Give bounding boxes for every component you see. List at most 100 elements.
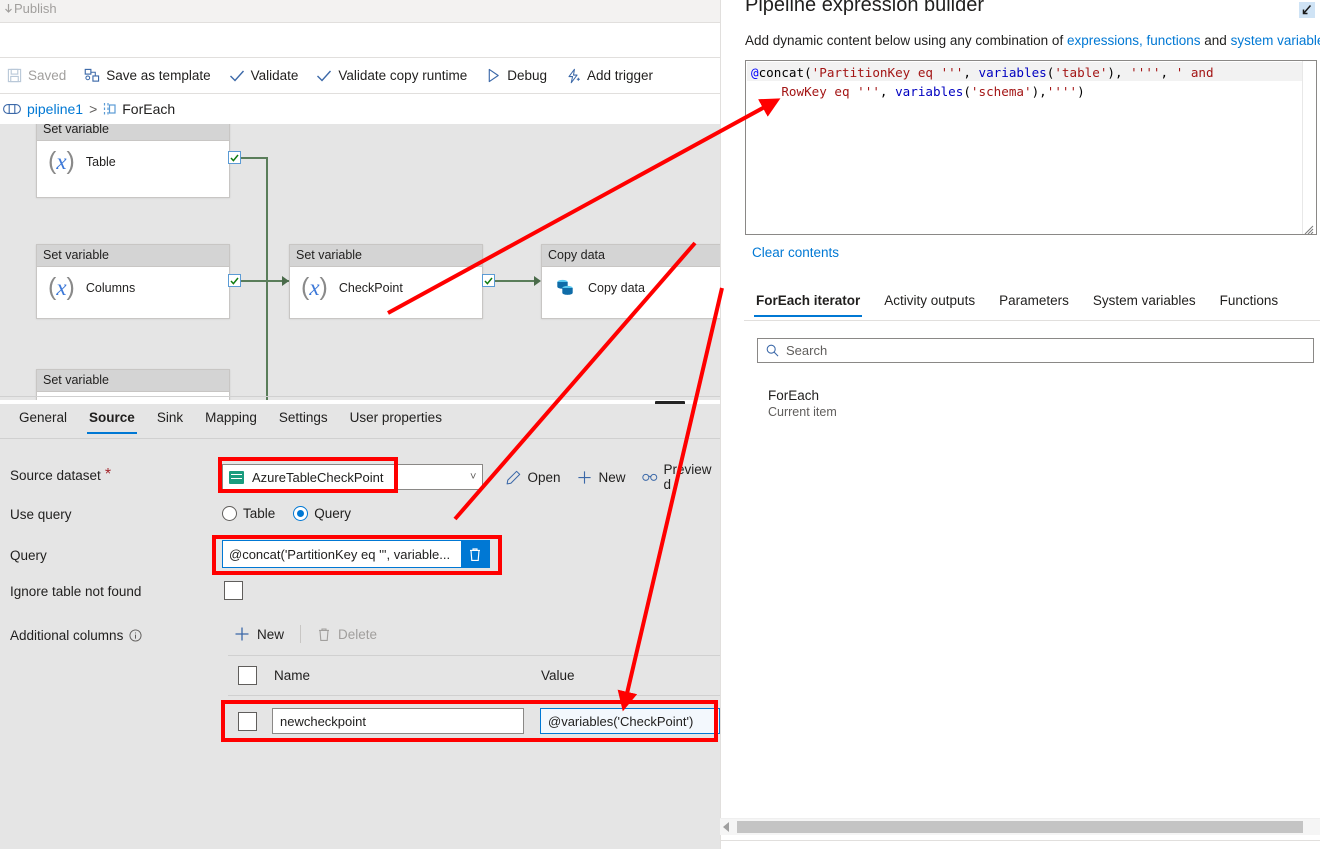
ignore-table-row: Ignore table not found [10,584,141,599]
breadcrumb-separator: > [89,101,98,117]
properties-tabs: General Source Sink Mapping Settings Use… [0,404,720,439]
tab-mapping[interactable]: Mapping [194,404,268,434]
connection-line [266,157,268,400]
add-trigger-button[interactable]: Add trigger [556,58,662,93]
connection-line [495,280,539,282]
plus-icon [576,469,592,485]
clear-contents-link[interactable]: Clear contents [752,245,839,260]
query-row: Query [10,548,47,563]
tab-functions[interactable]: Functions [1208,289,1291,317]
activity-name: Columns [85,280,136,295]
connection-arrow [534,276,541,286]
tab-activity-outputs[interactable]: Activity outputs [872,289,987,317]
variable-icon: (x) [48,147,75,175]
breadcrumb-current: ForEach [122,101,176,117]
activity-type: Set variable [37,245,229,267]
activity-card[interactable]: Set variable (x) CheckPoint [289,244,483,319]
radio-table-dot[interactable] [222,506,237,521]
tab-parameters[interactable]: Parameters [987,289,1081,317]
subtitle-prefix: Add dynamic content below using any comb… [745,33,1067,48]
activity-card[interactable]: Set variable (x) Columns [36,244,230,319]
search-input[interactable]: Search [757,338,1314,363]
trash-icon [317,627,331,642]
ignore-table-checkbox-wrap [224,581,243,600]
glasses-icon [641,469,658,485]
ignore-table-checkbox[interactable] [224,581,243,600]
activity-name: CheckPoint [338,280,403,295]
command-toolbar: Saved Save as template Validate Validate… [0,58,720,94]
tab-source[interactable]: Source [78,404,146,434]
activity-name: Copy data [588,281,645,295]
preview-data-button[interactable]: Preview d [641,462,721,492]
query-label: Query [10,548,47,563]
activity-type: Set variable [290,245,482,267]
resize-grip[interactable] [1303,222,1314,234]
new-dataset-button[interactable]: New [576,469,626,485]
tab-general[interactable]: General [8,404,78,434]
toolbar-divider [300,625,302,643]
tab-settings[interactable]: Settings [268,404,339,434]
activity-type: Set variable [37,124,229,141]
delete-column-label: Delete [338,626,378,642]
expand-icon[interactable] [1299,2,1315,18]
chevron-down-icon[interactable]: ˅ [470,471,476,483]
open-dataset-button[interactable]: Open [505,469,560,485]
save-button[interactable]: Saved [0,58,75,93]
activity-card[interactable]: Copy data Copy data [541,244,720,319]
use-query-radio-group: Table Query [222,506,351,521]
expressions-functions-link[interactable]: expressions, functions [1067,33,1201,48]
pipeline-canvas[interactable]: Set variable (x) Table Set variable (x) … [0,124,720,400]
pipeline-icon [3,103,21,115]
tab-foreach-iterator[interactable]: ForEach iterator [744,289,872,317]
annotation-box-source-dataset [218,457,398,493]
radio-query[interactable]: Query [293,506,351,521]
activity-success-output[interactable] [228,151,241,164]
search-placeholder: Search [786,343,828,358]
tab-user-properties[interactable]: User properties [339,404,453,434]
horizontal-scrollbar[interactable] [720,818,1320,835]
activity-success-output[interactable] [228,274,241,287]
delete-column-button[interactable]: Delete [311,623,383,646]
expression-textarea[interactable]: @concat('PartitionKey eq ''', variables(… [745,60,1317,235]
connection-line [241,157,267,159]
add-trigger-label: Add trigger [587,68,654,83]
tab-system-variables[interactable]: System variables [1081,289,1208,317]
activity-success-output[interactable] [482,274,495,287]
activity-card[interactable]: Set variable (x) Table [36,124,230,198]
pencil-icon [505,469,521,485]
info-icon[interactable] [129,629,142,642]
validate-button[interactable]: Validate [220,58,308,93]
source-dataset-label: Source dataset [10,467,101,483]
publish-icon [3,3,13,16]
check-icon [229,68,245,84]
radio-query-label: Query [314,506,352,521]
add-column-button[interactable]: New [228,622,290,646]
radio-query-dot[interactable] [293,506,309,521]
debug-button[interactable]: Debug [476,58,556,93]
list-item[interactable]: ForEach Current item [768,388,837,419]
add-column-label: New [257,626,285,642]
radio-table[interactable]: Table [222,506,275,521]
panel-bottom-divider [720,840,1320,841]
save-icon [6,68,22,84]
plus-icon [234,626,250,642]
new-dataset-label: New [598,469,626,485]
breadcrumb-pipeline-link[interactable]: pipeline1 [27,101,83,117]
check-icon [316,68,332,84]
scrollbar-thumb[interactable] [737,821,1303,833]
save-as-template-button[interactable]: Save as template [75,58,219,93]
list-item-subtitle[interactable]: Current item [768,405,837,419]
scroll-left-arrow[interactable] [723,822,729,832]
validate-label: Validate [250,68,299,83]
select-all-checkbox[interactable] [238,666,257,685]
save-label: Saved [28,68,67,83]
expression-builder-panel: Pipeline expression builder Add dynamic … [720,0,1320,849]
use-query-label: Use query [10,507,72,522]
system-variables-link[interactable]: system variables [1231,33,1320,48]
column-header-value: Value [541,668,575,683]
publish-label[interactable]: Publish [14,1,57,16]
activity-type: Copy data [542,245,720,267]
tab-sink[interactable]: Sink [146,404,194,434]
expression-scroll-column[interactable] [1302,61,1316,234]
validate-copy-runtime-button[interactable]: Validate copy runtime [307,58,476,93]
